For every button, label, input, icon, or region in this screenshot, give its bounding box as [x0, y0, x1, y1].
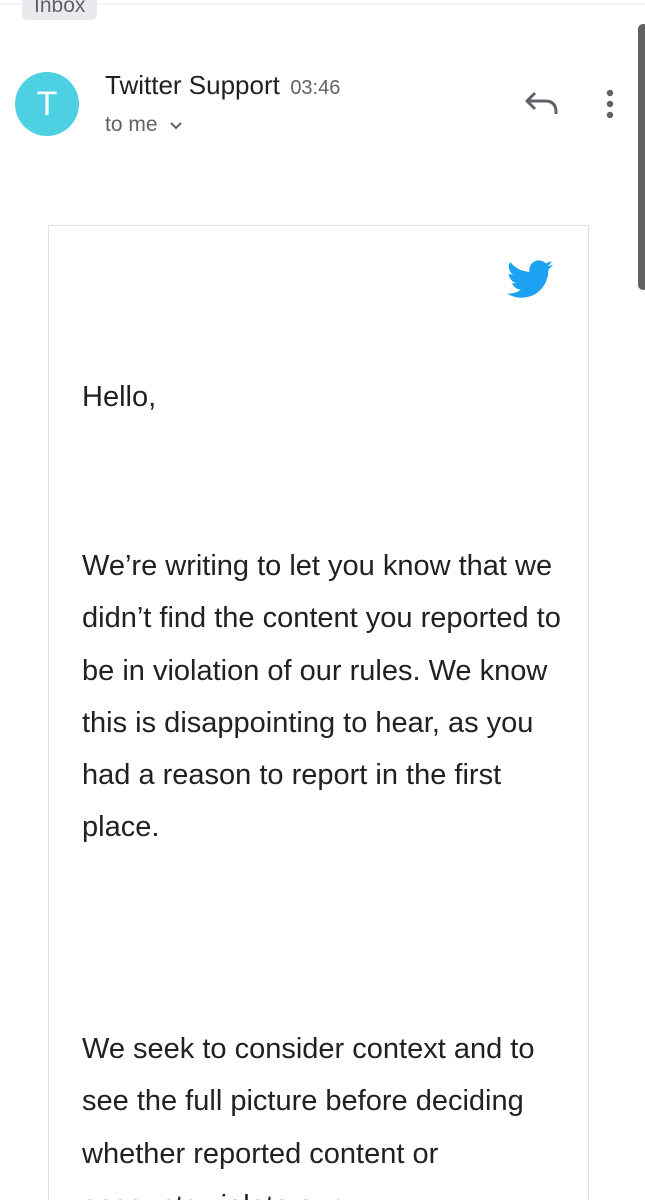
reply-arrow-icon [522, 91, 562, 128]
chevron-down-icon [169, 113, 183, 137]
recipient-details-toggle[interactable]: to me [105, 113, 183, 137]
sender-avatar[interactable]: T [15, 72, 79, 136]
vertical-ellipsis-icon [594, 89, 626, 128]
more-options-button[interactable] [594, 84, 626, 124]
email-paragraph-2: We seek to consider context and to see t… [82, 1033, 535, 1200]
reply-button[interactable] [522, 84, 562, 124]
message-time: 03:46 [290, 77, 341, 99]
scrollbar-thumb[interactable] [638, 24, 645, 290]
inbox-label-chip[interactable]: Inbox [22, 0, 98, 20]
email-paragraph-1: We’re writing to let you know that we di… [82, 550, 561, 844]
twitter-bird-icon [504, 256, 556, 302]
inbox-label-text: Inbox [34, 0, 86, 17]
sender-header: Twitter Support 03:46 [105, 70, 340, 101]
recipient-text: to me [105, 113, 158, 136]
email-greeting: Hello, [82, 381, 157, 413]
email-view: Inbox T Twitter Support 03:46 to me Hell… [0, 0, 645, 1200]
sender-name[interactable]: Twitter Support [105, 70, 280, 100]
